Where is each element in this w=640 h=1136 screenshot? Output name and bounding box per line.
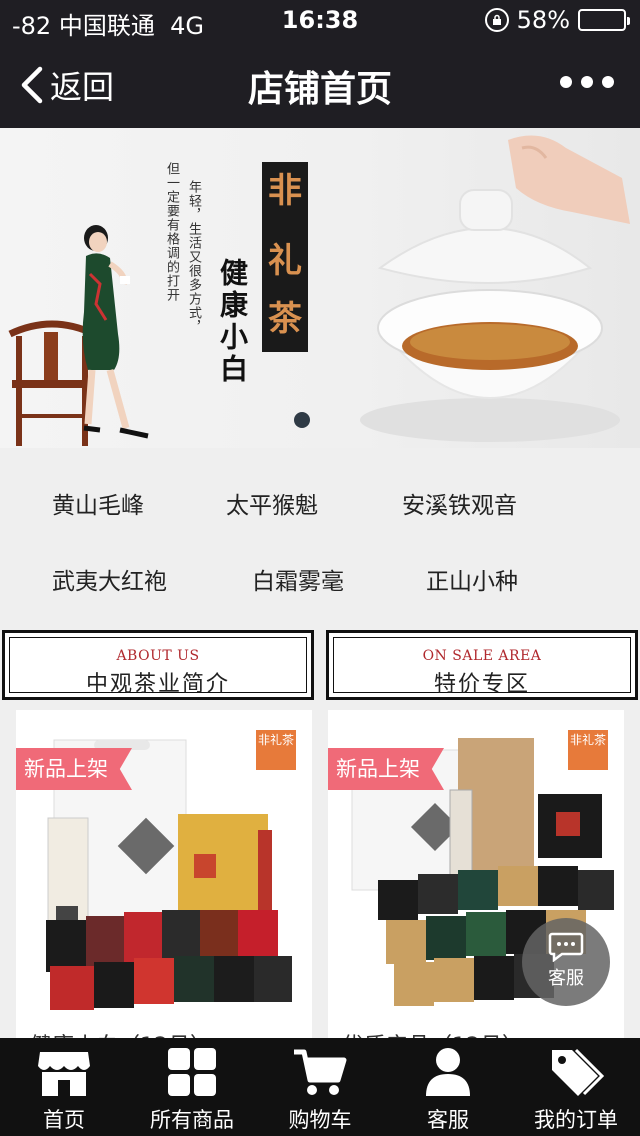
category-link[interactable]: 太平猴魁: [226, 486, 318, 520]
tag-icon: [552, 1048, 604, 1096]
category-grid: 黄山毛峰 太平猴魁 安溪铁观音 武夷大红袍 白霜雾毫 正山小种: [0, 448, 640, 624]
tea-cup-image: [360, 135, 630, 442]
brand-char-1: 非: [268, 171, 302, 211]
brand-logo-mini: 非礼茶: [256, 730, 296, 770]
battery-icon: [578, 9, 630, 31]
category-link[interactable]: 黄山毛峰: [52, 486, 144, 520]
battery-percent: 58%: [516, 6, 570, 34]
tab-my-orders-label: 我的订单: [534, 1108, 618, 1132]
rotation-lock-icon: [484, 8, 509, 32]
chat-bubble-icon: [548, 932, 584, 963]
category-link[interactable]: 安溪铁观音: [402, 486, 517, 520]
person-icon: [426, 1048, 470, 1096]
about-us-en: ABOUT US: [116, 648, 200, 664]
on-sale-zh: 特价专区: [433, 672, 530, 697]
cart-icon: [294, 1049, 347, 1095]
about-us-frame: ABOUT US 中观茶业简介: [9, 637, 307, 697]
customer-service-label: 客服: [548, 968, 584, 989]
tab-all-products-label: 所有商品: [150, 1108, 234, 1132]
category-link[interactable]: 武夷大红袍: [52, 562, 167, 596]
more-dot-icon: [560, 76, 572, 88]
about-us-zh: 中观茶业简介: [85, 672, 230, 697]
tab-my-orders[interactable]: 我的订单: [512, 1038, 640, 1136]
tab-cart[interactable]: 购物车: [256, 1038, 384, 1136]
brand-char-2: 礼: [268, 241, 302, 281]
store-icon: [38, 1052, 90, 1096]
brand-logo-block: 非 礼 茶: [262, 162, 308, 352]
nav-bar: 返回 店铺首页: [0, 40, 640, 128]
more-dot-icon: [581, 76, 593, 88]
tab-home[interactable]: 首页: [0, 1038, 128, 1136]
more-menu-button[interactable]: [560, 76, 614, 88]
page-title: 店铺首页: [247, 69, 392, 110]
tab-home-label: 首页: [43, 1108, 85, 1132]
brand-char-3: 茶: [268, 299, 302, 339]
carousel-dot[interactable]: [294, 412, 310, 428]
banner-poem-line-2: 年轻，生活又很多方式，: [186, 180, 201, 334]
on-sale-frame: ON SALE AREA 特价专区: [333, 637, 631, 697]
category-link[interactable]: 白霜雾毫: [252, 562, 344, 596]
on-sale-en: ON SALE AREA: [422, 648, 542, 664]
on-sale-banner[interactable]: ON SALE AREA 特价专区: [326, 630, 638, 700]
tab-customer-service-label: 客服: [427, 1108, 469, 1132]
banner-poem-line-1: 但一定要有格调的打开: [164, 162, 179, 302]
new-arrival-tag: 新品上架: [328, 748, 444, 790]
tab-cart-label: 购物车: [288, 1108, 352, 1132]
about-us-banner[interactable]: ABOUT US 中观茶业简介: [2, 630, 314, 700]
new-arrival-tag: 新品上架: [16, 748, 132, 790]
banner-carousel[interactable]: 但一定要有格调的打开 年轻，生活又很多方式， 健康小白 非 礼 茶: [0, 128, 640, 448]
customer-service-float-button[interactable]: 客服: [522, 918, 610, 1006]
brand-logo-mini: 非礼茶: [568, 730, 608, 770]
bottom-tab-bar: 首页 所有商品 购物车 客服 我的订单: [0, 1038, 640, 1136]
more-dot-icon: [602, 76, 614, 88]
product-card[interactable]: 非礼茶 新品上架 健康小白（12月）: [16, 710, 312, 1050]
category-link[interactable]: 正山小种: [426, 562, 518, 596]
status-bar: -82 中国联通 4G 16:38 58%: [0, 0, 640, 40]
tab-customer-service[interactable]: 客服: [384, 1038, 512, 1136]
status-right: 58%: [484, 6, 630, 34]
banner-vertical-text: 健康小白: [216, 258, 249, 386]
grid-icon: [168, 1048, 216, 1096]
model-figure-image: [82, 225, 149, 439]
tab-all-products[interactable]: 所有商品: [128, 1038, 256, 1136]
